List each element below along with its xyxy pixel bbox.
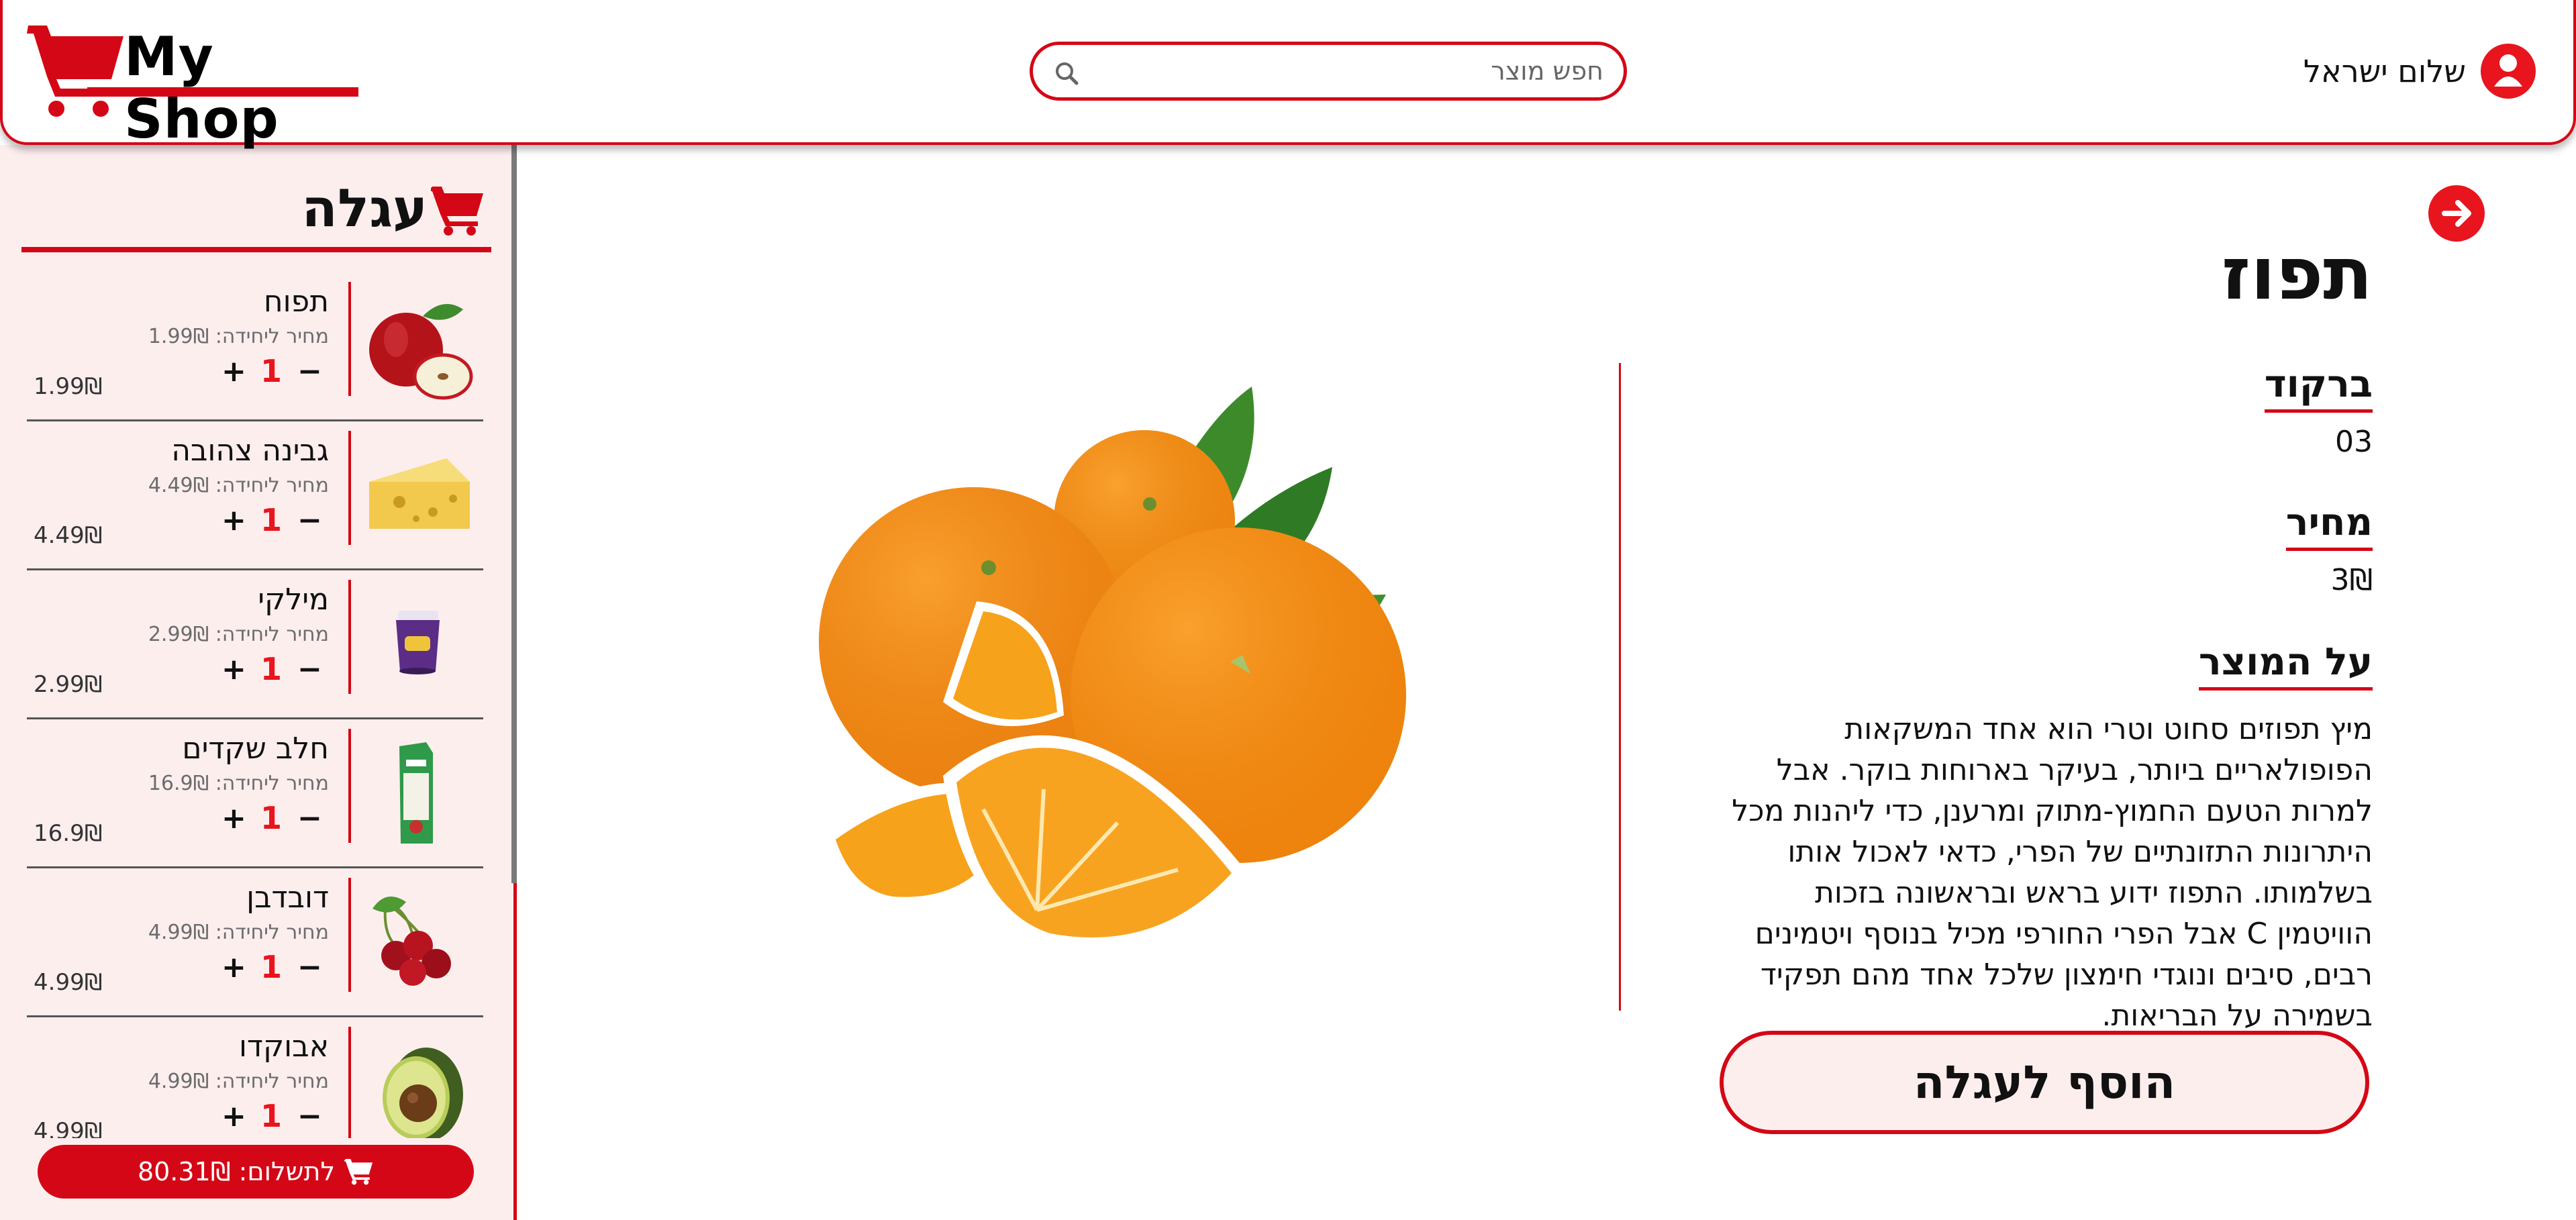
item-unit-price: מחיר ליחידה: 4.99₪: [148, 1070, 329, 1093]
barcode-value: 03: [2335, 425, 2373, 459]
add-to-cart-button[interactable]: הוסף לעגלה: [1720, 1031, 2369, 1134]
price-section: מחיר 3₪: [1701, 499, 2373, 597]
item-name: מילקי: [258, 582, 329, 617]
item-divider: [348, 1027, 351, 1138]
quantity-value: 1: [260, 651, 282, 687]
shopping-cart-icon: [27, 26, 123, 117]
search-icon[interactable]: [1053, 60, 1080, 87]
item-total: 1.99₪: [34, 373, 103, 400]
checkout-button[interactable]: לתשלום: 80.31₪: [38, 1145, 474, 1199]
cart-item: מילקי מחיר ליחידה: 2.99₪ + 1 − 2.99₪: [27, 570, 483, 719]
milk-carton-icon: [399, 742, 433, 844]
quantity-stepper: + 1 −: [221, 353, 322, 389]
cart-header: עגלה: [21, 172, 491, 252]
pudding-cup-icon: [396, 611, 440, 674]
cheese-icon: [369, 458, 470, 529]
quantity-value: 1: [260, 800, 282, 836]
quantity-stepper: + 1 −: [221, 1098, 322, 1134]
decrease-qty-button[interactable]: −: [297, 503, 322, 538]
cart-sidebar: עגלה תפוח מחיר ליחידה: 1.99₪ + 1 − 1.99₪…: [0, 145, 517, 1220]
quantity-value: 1: [260, 353, 282, 389]
checkout-label: לתשלום: 80.31₪: [137, 1157, 336, 1186]
shop-logo[interactable]: My Shop: [27, 21, 362, 150]
quantity-stepper: + 1 −: [221, 502, 322, 538]
decrease-qty-button[interactable]: −: [297, 1099, 322, 1133]
user-avatar-icon[interactable]: [2481, 44, 2536, 99]
item-name: תפוח: [263, 285, 329, 319]
barcode-section: ברקוד 03: [1701, 361, 2373, 459]
item-divider: [348, 431, 351, 545]
arrow-right-icon: [2442, 200, 2471, 227]
increase-qty-button[interactable]: +: [221, 503, 246, 538]
increase-qty-button[interactable]: +: [221, 1099, 246, 1133]
cart-title: עגלה: [301, 179, 428, 239]
quantity-stepper: + 1 −: [221, 651, 322, 687]
quantity-stepper: + 1 −: [221, 800, 322, 836]
product-title: תפוז: [2221, 232, 2373, 316]
cart-icon: [344, 1159, 373, 1185]
increase-qty-button[interactable]: +: [221, 354, 246, 389]
item-total: 4.99₪: [34, 969, 103, 996]
cart-item: גבינה צהובה מחיר ליחידה: 4.49₪ + 1 − 4.4…: [27, 421, 483, 570]
price-label: מחיר: [2285, 499, 2373, 551]
decrease-qty-button[interactable]: −: [297, 950, 322, 984]
quantity-value: 1: [260, 1098, 282, 1134]
apple-icon: [369, 304, 473, 400]
item-name: אבוקדו: [238, 1029, 329, 1064]
item-total: 2.99₪: [34, 671, 103, 698]
cherry-icon: [373, 897, 451, 986]
item-divider: [348, 580, 351, 694]
cart-item: אבוקדו מחיר ליחידה: 4.99₪ + 1 − 4.99₪: [27, 1017, 483, 1138]
item-name: דובדבן: [246, 880, 329, 915]
item-unit-price: מחיר ליחידה: 4.99₪: [148, 921, 329, 944]
product-description: מיץ תפוזים סחוט וטרי הוא אחד המשקאות הפו…: [1732, 712, 2373, 1033]
decrease-qty-button[interactable]: −: [297, 354, 322, 389]
item-total: 4.99₪: [34, 1118, 103, 1138]
item-divider: [348, 729, 351, 843]
increase-qty-button[interactable]: +: [221, 801, 246, 835]
cart-item: חלב שקדים מחיר ליחידה: 16.9₪ + 1 − 16.9₪: [27, 719, 483, 868]
decrease-qty-button[interactable]: −: [297, 652, 322, 687]
cart-item: דובדבן מחיר ליחידה: 4.99₪ + 1 − 4.99₪: [27, 868, 483, 1017]
back-arrow-button[interactable]: [2428, 185, 2485, 242]
item-total: 4.49₪: [34, 522, 103, 549]
decrease-qty-button[interactable]: −: [297, 801, 322, 835]
cart-item: תפוח מחיר ליחידה: 1.99₪ + 1 − 1.99₪: [27, 272, 483, 421]
vertical-divider: [1619, 363, 1621, 1011]
item-unit-price: מחיר ליחידה: 4.49₪: [148, 474, 329, 497]
cart-icon: [431, 187, 483, 236]
item-divider: [348, 878, 351, 992]
cart-items-list[interactable]: תפוח מחיר ליחידה: 1.99₪ + 1 − 1.99₪ גבינ…: [27, 272, 483, 1138]
search-box[interactable]: [1030, 42, 1627, 101]
top-header: My Shop שלום ישראל: [0, 0, 2576, 150]
about-section: על המוצר: [1701, 639, 2373, 691]
item-unit-price: מחיר ליחידה: 1.99₪: [148, 325, 329, 348]
quantity-stepper: + 1 −: [221, 949, 322, 985]
item-unit-price: מחיר ליחידה: 16.9₪: [148, 772, 329, 795]
item-name: חלב שקדים: [182, 731, 329, 766]
increase-qty-button[interactable]: +: [221, 652, 246, 687]
item-total: 16.9₪: [34, 820, 103, 847]
about-label: על המוצר: [2198, 639, 2373, 691]
item-unit-price: מחיר ליחידה: 2.99₪: [148, 623, 329, 646]
barcode-label: ברקוד: [2264, 361, 2373, 413]
item-divider: [348, 282, 351, 396]
user-name: שלום ישראל: [2303, 53, 2466, 89]
orange-fruit-image: [819, 387, 1406, 943]
product-details: תפוז ברקוד 03 מחיר 3₪ על המוצר מיץ תפוזי…: [520, 145, 2576, 1220]
sidebar-scrollbar[interactable]: [511, 145, 517, 883]
logo-underline: [87, 87, 358, 97]
quantity-value: 1: [260, 502, 282, 538]
avocado-icon: [383, 1048, 463, 1138]
search-input[interactable]: [1093, 52, 1603, 91]
quantity-value: 1: [260, 949, 282, 985]
increase-qty-button[interactable]: +: [221, 950, 246, 984]
price-value: 3₪: [2330, 563, 2373, 597]
user-greeting[interactable]: שלום ישראל: [2303, 43, 2536, 99]
item-name: גבינה צהובה: [171, 434, 329, 468]
